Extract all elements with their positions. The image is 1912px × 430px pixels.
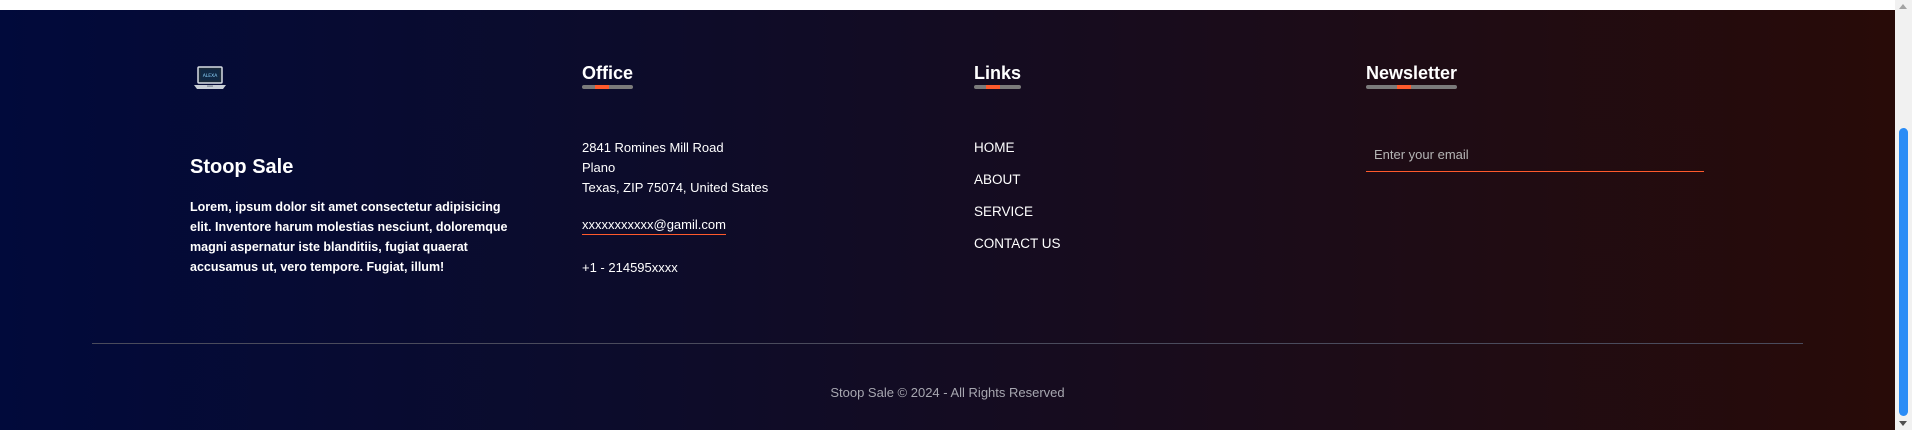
underline-accent <box>986 85 1000 89</box>
footer-links-list: HOME ABOUT SERVICE CONTACT US <box>974 138 1061 266</box>
newsletter-title-underline <box>1366 85 1457 89</box>
underline-accent <box>1397 85 1411 89</box>
office-title: Office <box>582 63 634 83</box>
scroll-down-arrow-icon[interactable] <box>1899 421 1907 426</box>
office-title-underline <box>582 85 633 89</box>
vertical-scrollbar[interactable] <box>1895 0 1912 430</box>
brand-description: Lorem, ipsum dolor sit amet consectetur … <box>190 200 508 274</box>
address-line-city: Plano <box>582 160 616 175</box>
laptop-logo-icon[interactable]: ALEXA <box>193 65 227 91</box>
office-email-link[interactable]: xxxxxxxxxxx@gamil.com <box>582 217 726 235</box>
brand-title: Stoop Sale <box>190 156 294 178</box>
scrollbar-thumb[interactable] <box>1899 128 1908 416</box>
link-home[interactable]: HOME <box>974 140 1015 155</box>
office-address: 2841 Romines Mill Road Plano Texas, ZIP … <box>582 138 768 198</box>
newsletter-title: Newsletter <box>1366 63 1458 83</box>
list-item: ABOUT <box>974 170 1061 202</box>
newsletter-email-input[interactable] <box>1366 138 1704 172</box>
site-footer: ALEXA Stoop Sale Lorem, ipsum dolor sit … <box>0 10 1895 430</box>
copyright-text: Stoop Sale © 2024 - All Rights Reserved <box>830 385 1065 400</box>
links-title: Links <box>974 63 1022 83</box>
list-item: HOME <box>974 138 1061 170</box>
list-item: CONTACT US <box>974 234 1061 266</box>
address-line-street: 2841 Romines Mill Road <box>582 140 724 155</box>
list-item: SERVICE <box>974 202 1061 234</box>
link-contact-us[interactable]: CONTACT US <box>974 236 1061 251</box>
address-line-state: Texas, ZIP 75074, United States <box>582 180 769 195</box>
scroll-up-arrow-icon[interactable] <box>1899 4 1907 9</box>
office-phone: +1 - 214595xxxx <box>582 260 678 275</box>
logo-text: ALEXA <box>203 73 219 79</box>
footer-divider <box>92 343 1803 344</box>
link-service[interactable]: SERVICE <box>974 204 1033 219</box>
link-about[interactable]: ABOUT <box>974 172 1021 187</box>
links-title-underline <box>974 85 1021 89</box>
underline-accent <box>595 85 609 89</box>
